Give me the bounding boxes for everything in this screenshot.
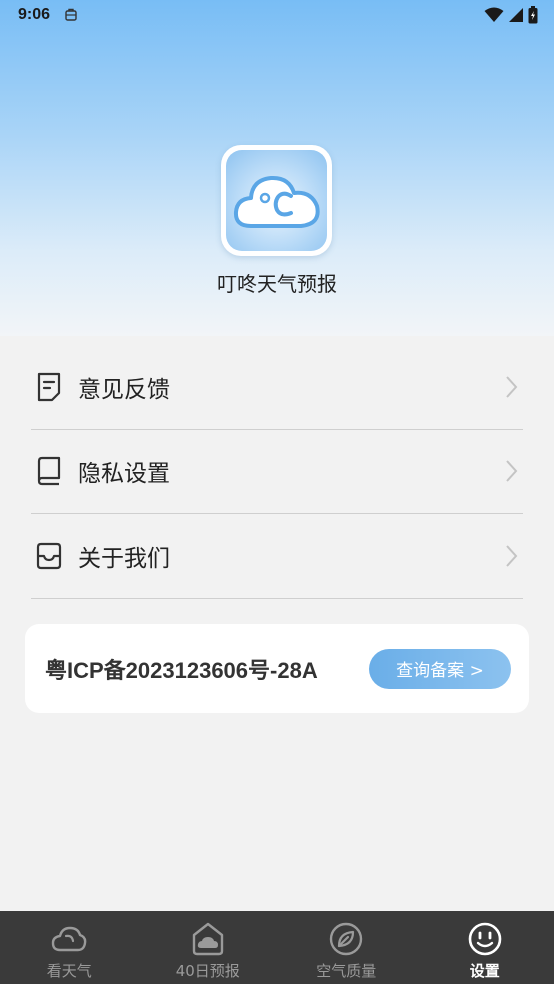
smiley-icon: [468, 922, 502, 956]
chevron-right-icon: [506, 460, 518, 482]
leaf-icon: [330, 922, 363, 956]
menu-item-feedback[interactable]: 意见反馈: [31, 345, 523, 430]
tab-label: 40日预报: [175, 962, 240, 980]
status-time: 9:06: [18, 6, 51, 23]
tab-label: 空气质量: [316, 962, 377, 980]
inbox-icon: [35, 540, 63, 572]
cloud-icon: [52, 926, 87, 952]
cellular-signal-icon: [509, 8, 523, 22]
tab-weather[interactable]: 看天气: [0, 911, 139, 984]
tab-label: 看天气: [46, 962, 92, 980]
cloud-celsius-icon: [233, 175, 320, 228]
menu-item-privacy[interactable]: 隐私设置: [31, 430, 523, 514]
document-icon: [35, 371, 63, 403]
menu-item-about[interactable]: 关于我们: [31, 514, 523, 599]
menu-item-label: 隐私设置: [78, 461, 170, 488]
tab-air-quality[interactable]: 空气质量: [277, 911, 416, 984]
icp-card: 粤ICP备2023123606号-28A 查询备案 >: [25, 624, 529, 713]
wifi-icon: [484, 7, 504, 22]
book-icon: [35, 455, 63, 487]
settings-menu: 意见反馈 隐私设置 关于我们: [31, 345, 523, 599]
menu-item-label: 关于我们: [78, 545, 170, 572]
notification-icon: [65, 8, 77, 21]
forecast-icon: [192, 922, 223, 956]
bottom-tab-bar: 看天气 40日预报 空气质量 设置: [0, 911, 554, 984]
app-logo: [221, 145, 332, 256]
menu-item-label: 意见反馈: [78, 376, 170, 403]
tab-label: 设置: [469, 962, 500, 980]
icp-number: 粤ICP备2023123606号-28A: [45, 657, 318, 683]
chevron-right-icon: [506, 376, 518, 398]
tab-40day-forecast[interactable]: 40日预报: [139, 911, 278, 984]
app-name: 叮咚天气预报: [217, 272, 337, 296]
status-bar: 9:06: [0, 0, 554, 30]
chevron-right-icon: [506, 545, 518, 567]
tab-settings[interactable]: 设置: [416, 911, 554, 984]
battery-icon: [528, 6, 538, 24]
status-indicators: [484, 6, 538, 24]
query-registration-button[interactable]: 查询备案 >: [369, 648, 511, 689]
